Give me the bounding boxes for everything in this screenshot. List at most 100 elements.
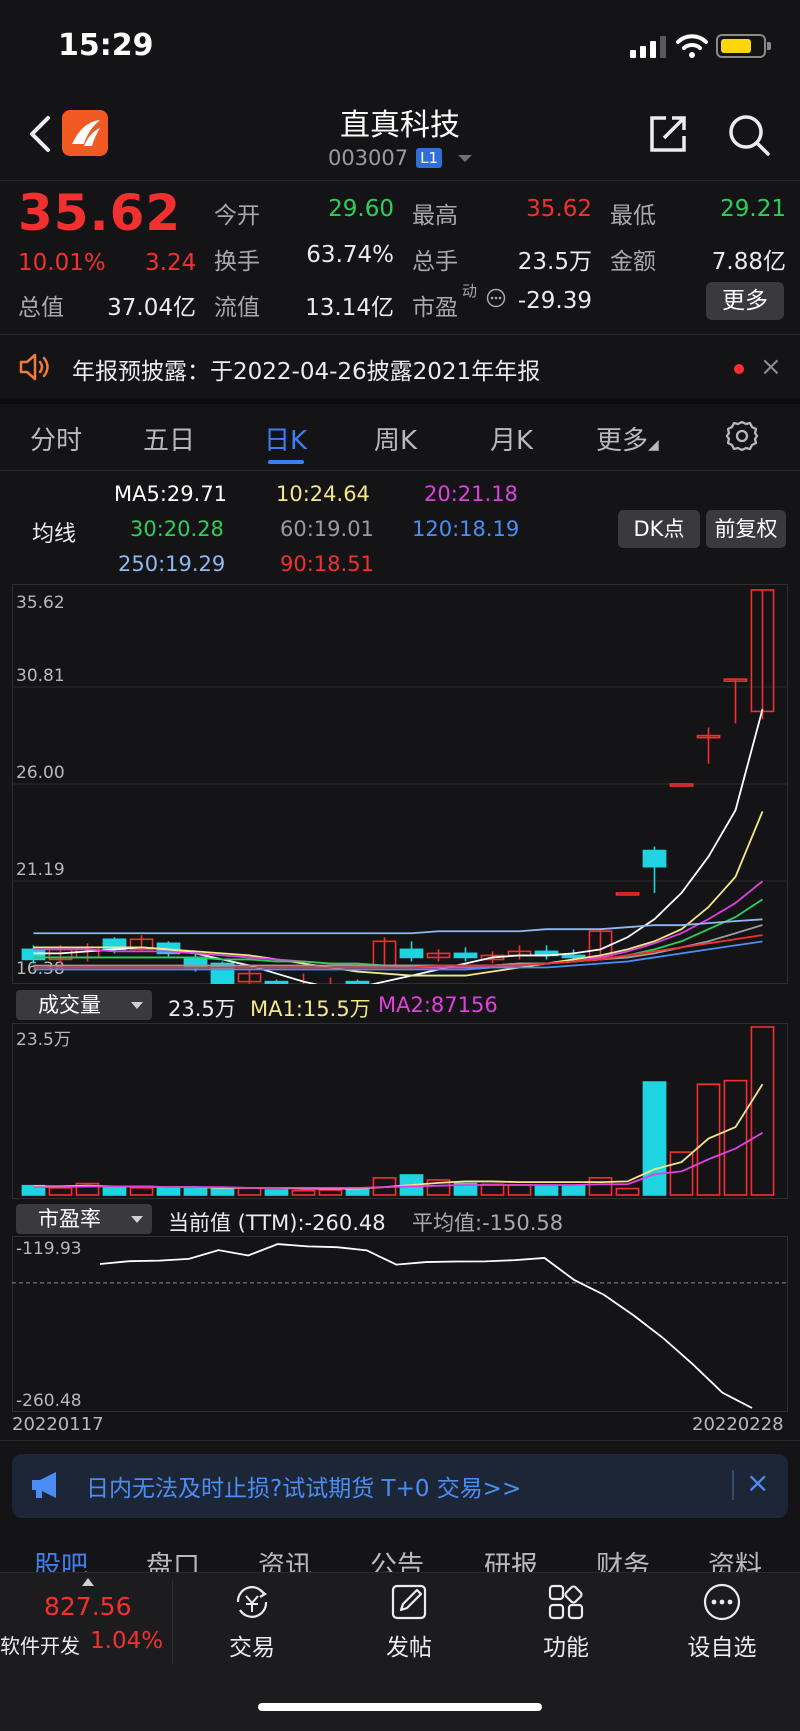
level-badge: L1 <box>416 148 443 168</box>
post-button[interactable]: 发帖 <box>349 1628 469 1662</box>
volume-chart[interactable]: 23.5万 <box>12 1023 788 1199</box>
toolbar-separator <box>172 1580 173 1664</box>
pe-label: 市盈 <box>412 295 458 321</box>
tab-weekly-k[interactable]: 周K <box>374 420 417 457</box>
volume-bar <box>534 1184 559 1196</box>
volume-bar <box>750 1026 775 1196</box>
low-label: 最低 <box>610 203 656 229</box>
tab-five-day[interactable]: 五日 <box>143 420 195 457</box>
more-circle-icon[interactable] <box>702 1582 742 1622</box>
notice-text[interactable]: 年报预披露：于2022-04-26披露2021年年报 <box>72 352 540 386</box>
volume-bar <box>102 1187 127 1196</box>
low-value: 29.21 <box>720 196 786 222</box>
tab-more-caret-icon: ◢ <box>648 437 659 453</box>
volume-bar <box>264 1189 289 1196</box>
tab-intraday[interactable]: 分时 <box>30 420 82 457</box>
pe-value: -29.39 <box>517 288 592 314</box>
volume-bar <box>588 1177 613 1196</box>
change-amount: 3.24 <box>145 250 197 276</box>
caret-up-icon <box>82 1578 94 1586</box>
notice-close-button[interactable]: × <box>760 352 782 382</box>
chart-bottom-divider <box>0 1440 800 1441</box>
active-tab-indicator <box>268 460 304 464</box>
trade-icon[interactable] <box>232 1582 272 1622</box>
candle-body <box>561 954 586 959</box>
gear-icon[interactable] <box>724 418 760 454</box>
adjust-price-button[interactable]: 前复权 <box>706 510 786 548</box>
pe-dynamic-sup: 动 <box>462 282 478 300</box>
ma20-value: 20:21.18 <box>424 482 518 506</box>
sector-name[interactable]: 软件开发 <box>0 1630 80 1659</box>
stock-code: 003007 <box>327 146 409 170</box>
float-label: 流值 <box>214 295 260 321</box>
pe-indicator-selector[interactable]: 市盈率 <box>16 1204 152 1234</box>
turnover-label: 换手 <box>214 249 260 275</box>
unread-dot <box>734 364 744 374</box>
function-button[interactable]: 功能 <box>506 1628 626 1662</box>
kline-chart[interactable]: 35.6230.8126.0021.1916.38 <box>12 584 788 984</box>
megaphone-icon <box>32 1472 56 1498</box>
volume-indicator-selector[interactable]: 成交量 <box>16 990 152 1020</box>
ma10-value: 10:24.64 <box>276 482 370 506</box>
pe-frame <box>12 1236 788 1412</box>
section-gap <box>0 398 800 404</box>
volume-bar <box>345 1187 370 1196</box>
kline-y-tick: 26.00 <box>16 763 65 783</box>
grid-function-icon[interactable] <box>546 1582 586 1622</box>
tabs-divider <box>0 470 800 471</box>
share-icon[interactable] <box>646 112 690 156</box>
volume-bar <box>318 1189 343 1196</box>
volume-value: 23.5万 <box>517 249 592 275</box>
search-icon[interactable] <box>726 112 772 158</box>
ma-legend-label[interactable]: 均线 <box>32 516 76 548</box>
quote-divider <box>0 334 800 335</box>
high-value: 35.62 <box>526 196 592 222</box>
dk-point-button[interactable]: DK点 <box>618 510 700 548</box>
more-button[interactable]: 更多 <box>706 282 784 320</box>
volume-bar <box>237 1187 262 1196</box>
sector-change-percent: 1.04% <box>90 1628 164 1654</box>
mktcap-value: 37.04亿 <box>107 295 196 321</box>
candle-body <box>453 952 478 959</box>
candle-body <box>642 849 667 868</box>
float-value: 13.14亿 <box>305 295 394 321</box>
amount-value: 7.88亿 <box>711 249 786 275</box>
candle-body <box>345 980 370 984</box>
sector-index-value[interactable]: 827.56 <box>44 1592 131 1621</box>
more-dots-icon[interactable] <box>486 288 506 308</box>
speaker-icon <box>19 353 49 381</box>
mktcap-label: 总值 <box>18 295 64 321</box>
tab-more-periods[interactable]: 更多◢ <box>596 420 659 457</box>
promo-separator <box>732 1470 734 1500</box>
tab-monthly-k[interactable]: 月K <box>490 420 533 457</box>
pe-chart[interactable]: -119.93 -260.48 <box>12 1236 788 1412</box>
kline-y-tick: 30.81 <box>16 666 65 686</box>
add-watchlist-button[interactable]: 设自选 <box>662 1628 782 1662</box>
volume-bar <box>210 1187 235 1196</box>
volume-bar <box>615 1187 640 1196</box>
promo-text[interactable]: 日内无法及时止损?试试期货 T+0 交易>> <box>86 1469 521 1503</box>
cellular-signal-icon <box>630 36 666 58</box>
pe-y-tick-top: -119.93 <box>16 1239 82 1259</box>
status-time: 15:29 <box>58 28 154 63</box>
trade-button[interactable]: 交易 <box>192 1628 312 1662</box>
open-label: 今开 <box>214 203 260 229</box>
candle-body <box>399 948 424 959</box>
promo-close-button[interactable]: × <box>746 1466 769 1499</box>
wifi-icon <box>676 34 708 58</box>
current-price: 35.62 <box>18 184 182 242</box>
ma-line-ma60 <box>33 924 763 967</box>
volume-selector-label: 成交量 <box>38 993 101 1017</box>
caret-down-icon <box>131 1002 143 1009</box>
high-label: 最高 <box>412 203 458 229</box>
volume-y-tick: 23.5万 <box>16 1030 71 1050</box>
ma90-value: 90:18.51 <box>280 552 374 576</box>
tab-more-label: 更多 <box>596 426 649 456</box>
tab-daily-k[interactable]: 日K <box>264 420 307 457</box>
volume-label: 总手 <box>412 249 458 275</box>
pe-average: 平均值:-150.58 <box>412 1211 564 1235</box>
edit-post-icon[interactable] <box>389 1582 429 1622</box>
volume-bar <box>723 1079 748 1196</box>
volume-bar <box>48 1187 73 1196</box>
header-divider <box>0 180 800 181</box>
